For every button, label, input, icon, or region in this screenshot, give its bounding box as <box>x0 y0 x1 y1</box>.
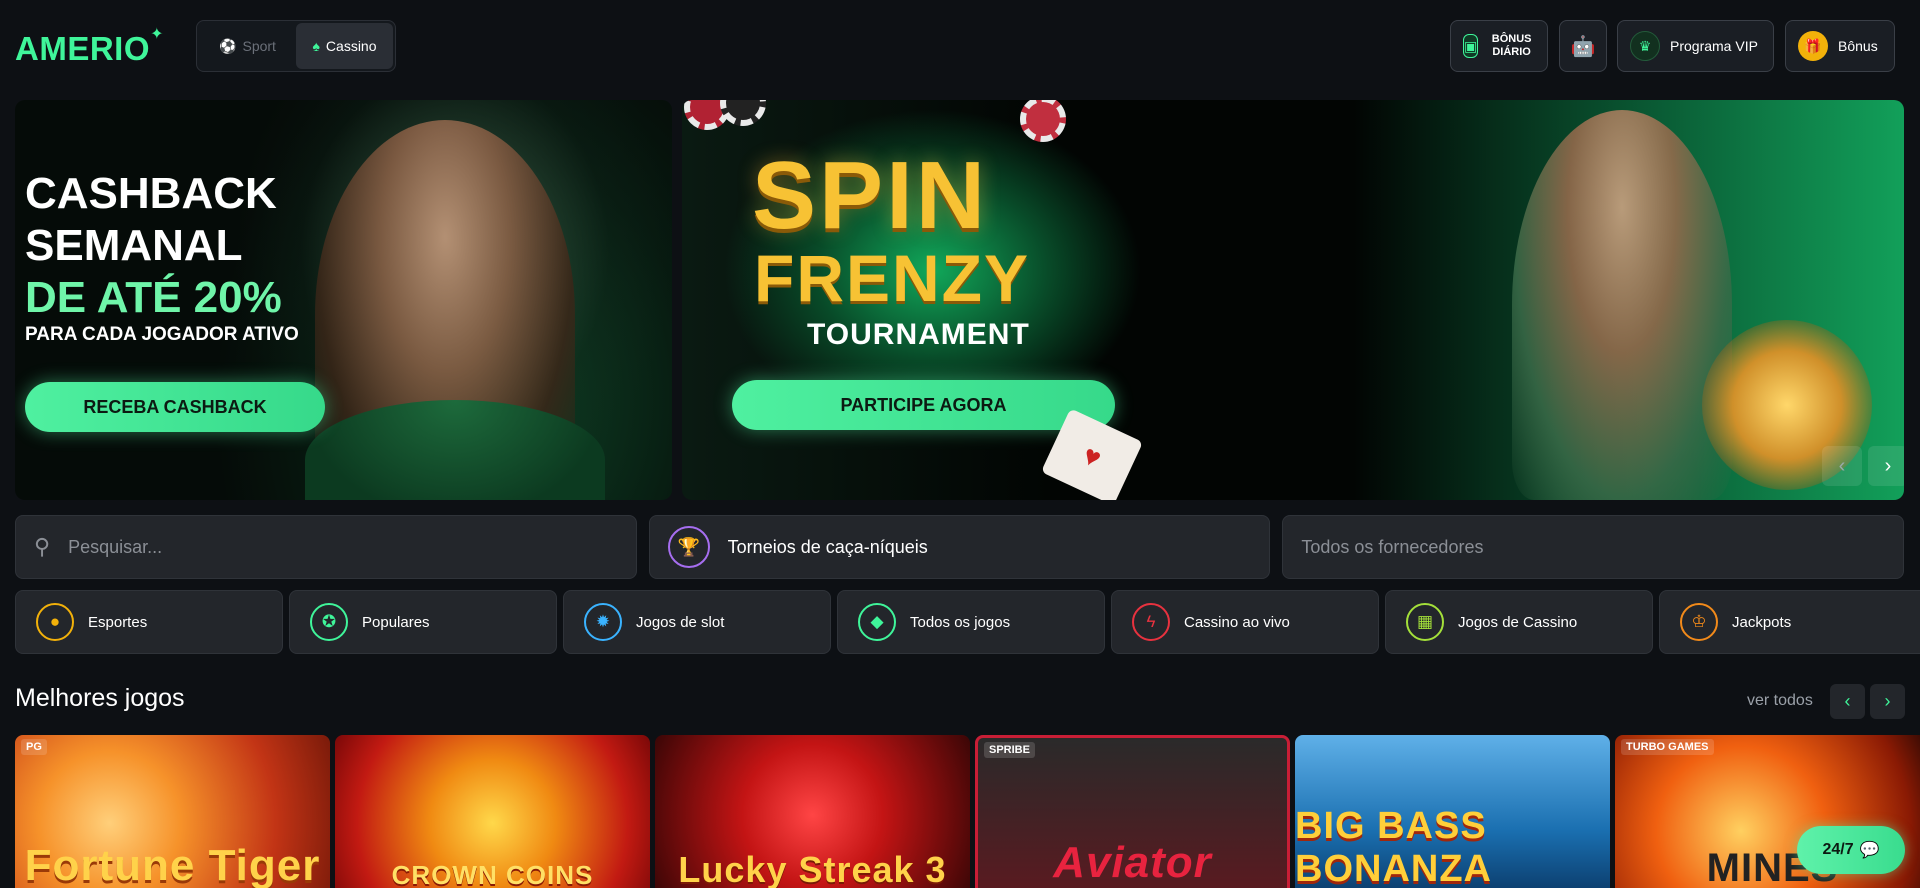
category-label: Jogos de Cassino <box>1458 613 1578 631</box>
category-populares[interactable]: ✪ Populares <box>289 590 557 654</box>
game-provider: PG <box>21 739 47 755</box>
android-app-button[interactable]: 🤖 <box>1559 20 1607 72</box>
tournament-title-line1: SPIN <box>752 142 989 249</box>
game-card-aviator[interactable]: SPRIBE Aviator <box>975 735 1290 888</box>
tournament-subtitle: TOURNAMENT <box>807 318 1030 351</box>
cashback-title-line3: DE ATÉ 20% <box>25 273 282 322</box>
chat-icon: 💬 <box>1859 842 1880 859</box>
bonus-button[interactable]: 🎁 Bônus <box>1785 20 1895 72</box>
see-all-link[interactable]: ver todos <box>1747 692 1813 710</box>
calendar-icon: ▣ <box>1463 34 1479 58</box>
ball-icon: ⚽ <box>219 37 237 54</box>
banner-model-image <box>1512 110 1732 500</box>
search-input[interactable]: ⚲ Pesquisar... <box>15 515 637 579</box>
category-label: Todos os jogos <box>910 613 1011 631</box>
category-label: Jogos de slot <box>636 613 725 631</box>
category-jackpots[interactable]: ♔ Jackpots <box>1659 590 1920 654</box>
logo[interactable]: AMERIO ✦ <box>15 26 164 68</box>
vip-icon: ♛ <box>1630 31 1660 61</box>
game-title: CROWN COINS <box>391 860 594 888</box>
category-label: Cassino ao vivo <box>1184 613 1290 631</box>
sparkle-icon: ✦ <box>150 26 164 43</box>
gift-icon: 🎁 <box>1798 31 1828 61</box>
game-card-big-bass-bonanza[interactable]: BIG BASS BONANZA <box>1295 735 1610 888</box>
tournament-banner[interactable]: SPIN FRENZY TOURNAMENT PARTICIPE AGORA ♥… <box>682 100 1904 500</box>
category-esportes[interactable]: ● Esportes <box>15 590 283 654</box>
trophy-icon: 🏆 <box>667 526 710 568</box>
tournament-title-line2: FRENZY <box>754 241 1030 315</box>
mode-cassino-button[interactable]: ♠ Cassino <box>296 23 393 69</box>
category-label: Esportes <box>88 613 148 631</box>
vip-label: Programa VIP <box>1670 38 1758 54</box>
spade-icon: ♠ <box>312 38 320 54</box>
cashback-title-line2: SEMANAL <box>25 221 243 270</box>
search-placeholder: Pesquisar... <box>68 536 163 557</box>
lightning-icon: ϟ <box>1132 603 1170 641</box>
category-todos-os-jogos[interactable]: ◆ Todos os jogos <box>837 590 1105 654</box>
mode-cassino-label: Cassino <box>325 38 377 54</box>
vip-program-button[interactable]: ♛ Programa VIP <box>1617 20 1774 72</box>
cashback-title-line1: CASHBACK <box>25 169 277 218</box>
mode-sport-button[interactable]: ⚽ Sport <box>199 23 296 69</box>
game-card-fortune-tiger[interactable]: PG Fortune Tiger <box>15 735 330 888</box>
poker-chip-icon <box>720 100 766 126</box>
header: AMERIO ✦ ⚽ Sport ♠ Cassino ▣ BÔNUS DIÁRIO… <box>0 0 1920 92</box>
game-title: Aviator <box>1053 838 1212 887</box>
cashback-title: CASHBACK SEMANAL DE ATÉ 20% <box>25 168 282 324</box>
game-provider: TURBO GAMES <box>1621 739 1714 755</box>
page: AMERIO ✦ ⚽ Sport ♠ Cassino ▣ BÔNUS DIÁRIO… <box>0 0 1920 888</box>
game-title: Lucky Streak 3 <box>678 849 947 888</box>
providers-label: Todos os fornecedores <box>1301 536 1484 557</box>
cards-icon: ◆ <box>858 603 896 641</box>
category-label: Populares <box>362 613 430 631</box>
crown-icon: ♔ <box>1680 603 1718 641</box>
bonus-label: Bônus <box>1838 38 1878 54</box>
section-title: Melhores jogos <box>15 684 185 712</box>
game-provider: SPRIBE <box>984 742 1035 758</box>
daily-bonus-label: BÔNUS DIÁRIO <box>1491 33 1532 58</box>
category-jogos-de-cassino[interactable]: ▦ Jogos de Cassino <box>1385 590 1653 654</box>
cashback-cta-button[interactable]: RECEBA CASHBACK <box>25 382 325 432</box>
medal-icon: ✪ <box>310 603 348 641</box>
slot-machine-icon: ▦ <box>1406 603 1444 641</box>
support-label: 24/7 <box>1822 841 1854 858</box>
games-next-button[interactable]: › <box>1870 684 1905 719</box>
tournaments-label: Torneios de caça-níqueis <box>727 536 928 557</box>
category-cassino-ao-vivo[interactable]: ϟ Cassino ao vivo <box>1111 590 1379 654</box>
support-chat-button[interactable]: 24/7 💬 <box>1797 826 1905 874</box>
mode-sport-label: Sport <box>242 38 276 54</box>
cashback-subtitle: PARA CADA JOGADOR ATIVO <box>25 324 299 345</box>
game-card-lucky-streak[interactable]: Lucky Streak 3 <box>655 735 970 888</box>
search-icon: ⚲ <box>34 534 51 559</box>
game-title: BIG BASS BONANZA <box>1295 805 1492 888</box>
android-icon: 🤖 <box>1570 35 1596 58</box>
search-row: ⚲ Pesquisar... 🏆 Torneios de caça-níquei… <box>15 515 1905 579</box>
cashback-banner[interactable]: CASHBACK SEMANAL DE ATÉ 20% PARA CADA JO… <box>15 100 672 500</box>
game-title: Fortune Tiger <box>24 841 321 888</box>
category-row: ● Esportes ✪ Populares ✹ Jogos de slot ◆… <box>15 590 1920 654</box>
carousel-prev-button[interactable]: ‹ <box>1822 446 1862 486</box>
games-prev-button[interactable]: ‹ <box>1830 684 1865 719</box>
ball-icon: ● <box>36 603 74 641</box>
carousel-next-button[interactable]: › <box>1868 446 1904 486</box>
category-label: Jackpots <box>1732 613 1792 631</box>
providers-select[interactable]: Todos os fornecedores <box>1282 515 1905 579</box>
category-jogos-de-slot[interactable]: ✹ Jogos de slot <box>563 590 831 654</box>
tournaments-button[interactable]: 🏆 Torneios de caça-níqueis <box>648 515 1271 579</box>
gear-icon: ✹ <box>584 603 622 641</box>
mode-toggle: ⚽ Sport ♠ Cassino <box>196 20 396 72</box>
daily-bonus-button[interactable]: ▣ BÔNUS DIÁRIO <box>1450 20 1548 72</box>
games-list: PG Fortune Tiger CROWN COINS Lucky Strea… <box>15 735 1920 888</box>
poker-chip-icon <box>1020 100 1066 142</box>
game-card-crown-coins[interactable]: CROWN COINS <box>335 735 650 888</box>
tournament-cta-button[interactable]: PARTICIPE AGORA <box>732 380 1115 430</box>
